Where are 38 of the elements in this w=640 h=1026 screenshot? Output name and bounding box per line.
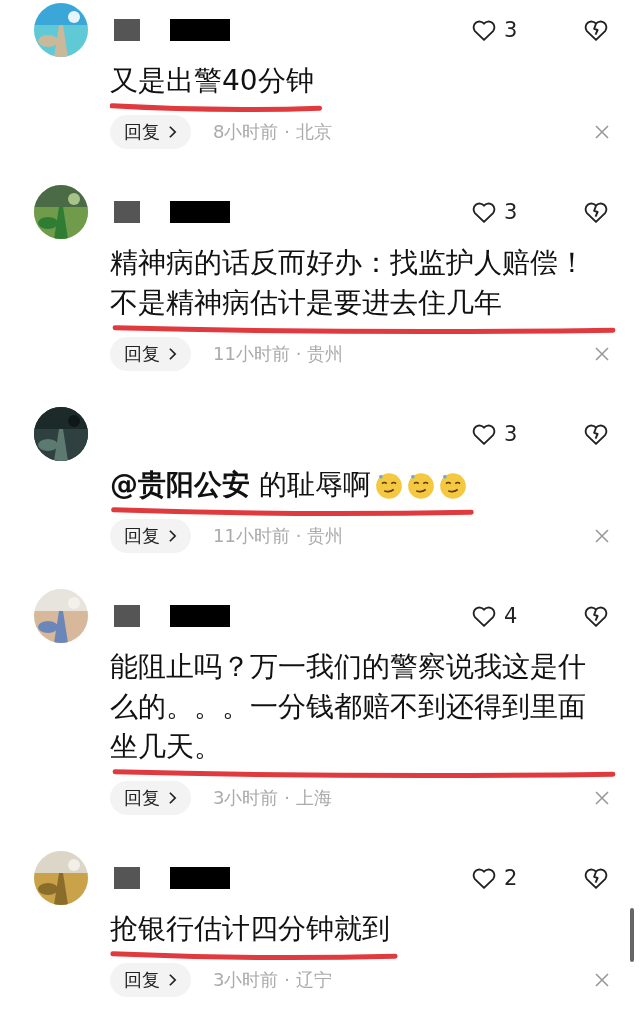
comment-time: 8小时前 · 北京 <box>213 120 332 144</box>
comment-time: 11小时前 · 贵州 <box>213 342 344 366</box>
chevron-icon <box>168 125 177 139</box>
reply-button[interactable]: 回复 <box>110 337 191 371</box>
like-button[interactable]: 3 <box>470 198 530 226</box>
redaction-bar <box>170 867 230 889</box>
comment-text: 又是出警40分钟 <box>110 63 314 99</box>
comment-text: 精神病的话反而好办：找监护人赔偿！不是精神病估计是要进去住几年 <box>110 245 587 321</box>
reply-button[interactable]: 回复 <box>110 963 191 997</box>
like-button[interactable]: 3 <box>470 420 530 448</box>
comment-text: 抢银行估计四分钟就到 <box>110 911 390 947</box>
comment-text: 能阻止吗？万一我们的警察说我这是什么的。。。一分钱都赔不到还得到里面坐几天。 <box>110 649 587 765</box>
like-button[interactable]: 4 <box>470 602 530 630</box>
close-icon[interactable] <box>594 346 610 362</box>
like-button[interactable]: 3 <box>470 16 530 44</box>
redaction-bar <box>170 605 230 627</box>
chevron-icon <box>168 529 177 543</box>
comment-time: 3小时前 · 上海 <box>213 786 332 810</box>
comment-text: @贵阳公安 的耻辱啊 <box>110 465 467 505</box>
comment-time: 11小时前 · 贵州 <box>213 524 344 548</box>
close-icon[interactable] <box>594 972 610 988</box>
close-icon[interactable] <box>594 528 610 544</box>
reply-button[interactable]: 回复 <box>110 115 191 149</box>
chevron-icon <box>168 347 177 361</box>
redaction-bar <box>170 201 230 223</box>
redaction-bar <box>170 19 230 41</box>
reply-button[interactable]: 回复 <box>110 781 191 815</box>
like-button[interactable]: 2 <box>470 864 530 892</box>
emoji-icon <box>438 472 467 500</box>
emoji-icon <box>374 472 403 500</box>
chevron-icon <box>168 791 177 805</box>
close-icon[interactable] <box>594 790 610 806</box>
emoji-icon <box>406 472 435 500</box>
reply-button[interactable]: 回复 <box>110 519 191 553</box>
scrollbar[interactable] <box>630 908 634 962</box>
chevron-icon <box>168 973 177 987</box>
comment-time: 3小时前 · 辽宁 <box>213 968 332 992</box>
close-icon[interactable] <box>594 124 610 140</box>
